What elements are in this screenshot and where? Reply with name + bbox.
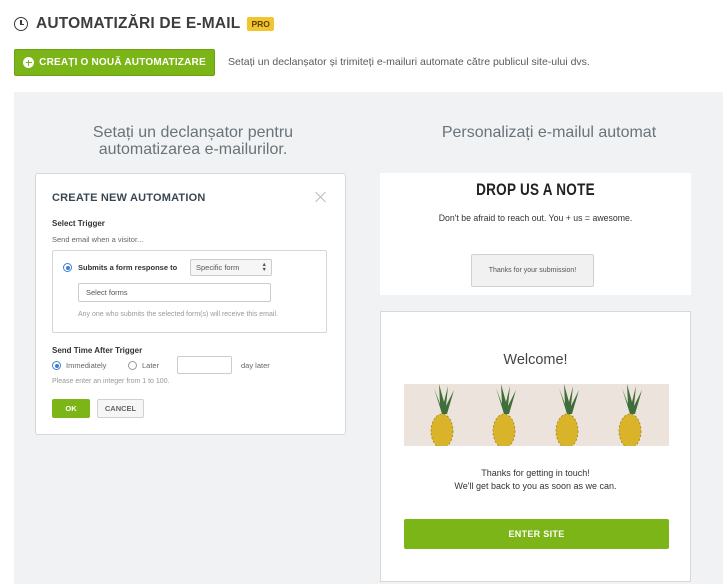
email-preview-card: Welcome! Thanks for getting in touch! We… <box>380 311 691 582</box>
trigger-heading: Setați un declanșator pentru automatizar… <box>92 124 294 158</box>
dialog-title: CREATE NEW AUTOMATION <box>52 192 206 204</box>
forms-hint: Any one who submits the selected form(s)… <box>78 311 278 318</box>
form-preview-title: DROP US A NOTE <box>476 181 595 199</box>
page-header: AUTOMATIZĂRI DE E-MAIL PRO <box>14 14 274 34</box>
customize-heading: Personalizați e-mailul automat <box>441 124 657 141</box>
submits-form-label: Submits a form response to <box>78 263 178 272</box>
create-automation-button[interactable]: CREAȚI O NOUĂ AUTOMATIZARE <box>14 49 215 76</box>
create-automation-dialog: CREATE NEW AUTOMATION Select Trigger Sen… <box>35 173 346 435</box>
ok-button[interactable]: OK <box>52 399 90 418</box>
automation-panel: Setați un declanșator pentru automatizar… <box>14 92 723 584</box>
submission-button[interactable]: Thanks for your submission! <box>471 254 594 287</box>
pro-badge: PRO <box>247 17 274 31</box>
immediately-label: Immediately <box>66 361 107 370</box>
email-welcome-heading: Welcome! <box>503 352 568 368</box>
send-time-label: Send Time After Trigger <box>52 346 143 355</box>
integer-hint: Please enter an integer from 1 to 100. <box>52 378 170 385</box>
days-input[interactable] <box>177 356 232 374</box>
pineapple-image <box>618 384 642 446</box>
form-type-select[interactable]: Specific form ▲ ▼ <box>190 259 272 276</box>
cancel-button[interactable]: CANCEL <box>97 399 144 418</box>
email-body-line-2: We'll get back to you as soon as we can. <box>454 481 617 491</box>
pineapple-banner-image <box>404 384 669 446</box>
pineapple-image <box>492 384 516 446</box>
send-when-text: Send email when a visitor... <box>52 235 144 244</box>
plus-circle-icon <box>23 57 35 68</box>
pineapple-image <box>555 384 579 446</box>
form-response-radio[interactable] <box>63 263 72 272</box>
clock-icon <box>14 17 28 31</box>
trigger-box: Submits a form response to Specific form… <box>52 250 327 333</box>
form-preview-subtitle: Don't be afraid to reach out. You + us =… <box>438 213 633 224</box>
select-forms-input[interactable]: Select forms <box>78 283 271 302</box>
form-preview-card: DROP US A NOTE Don't be afraid to reach … <box>380 173 691 295</box>
create-automation-label: CREAȚI O NOUĂ AUTOMATIZARE <box>39 57 206 68</box>
day-later-label: day later <box>241 361 270 370</box>
enter-site-button[interactable]: ENTER SITE <box>404 519 669 549</box>
select-arrows-icon: ▲ ▼ <box>261 262 267 273</box>
later-label: Later <box>142 361 160 370</box>
email-body-line-1: Thanks for getting in touch! <box>481 468 590 478</box>
page-title: AUTOMATIZĂRI DE E-MAIL <box>36 15 241 32</box>
create-description: Setați un declanșator și trimiteți e-mai… <box>228 56 590 68</box>
email-body-text: Thanks for getting in touch! We'll get b… <box>381 467 690 493</box>
form-type-value: Specific form <box>196 263 240 272</box>
later-radio[interactable] <box>128 361 137 370</box>
close-icon[interactable] <box>314 190 328 204</box>
immediately-radio[interactable] <box>52 361 61 370</box>
select-trigger-label: Select Trigger <box>52 219 105 228</box>
pineapple-image <box>430 384 454 446</box>
